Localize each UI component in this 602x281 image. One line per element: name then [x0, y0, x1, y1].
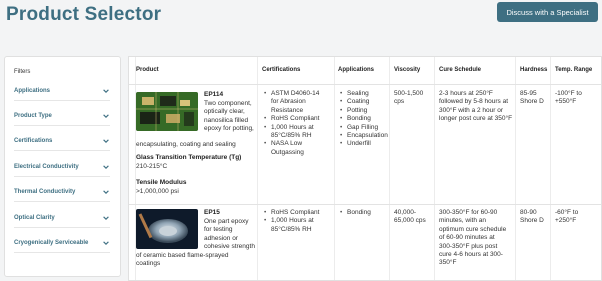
viscosity-value: 500-1,500 cps [394, 90, 424, 106]
filter-cryogenically-serviceable[interactable]: Cryogenically Serviceable [14, 233, 110, 253]
chevron-down-icon [103, 189, 109, 194]
certification-item: 1,000 Hours at85°C/85% RH [263, 217, 319, 234]
filter-label: Cryogenically Serviceable [14, 239, 89, 246]
chevron-down-icon [103, 240, 109, 245]
chevron-down-icon [103, 215, 109, 220]
certification-item: 1,000 Hours at85°C/85% RH [263, 124, 319, 141]
application-item: Encapsulation [339, 132, 388, 141]
header-hardness[interactable]: Hardness [520, 67, 547, 73]
column-divider [550, 57, 551, 280]
filter-label: Applications [14, 87, 51, 94]
chevron-down-icon [103, 88, 109, 93]
filter-label: Optical Clarity [14, 214, 55, 221]
header-temp-range[interactable]: Temp. Range [555, 67, 592, 73]
temp-range-value: -60°F to +250°F [555, 209, 579, 225]
product-table: Product Certifications Applications Visc… [128, 56, 602, 281]
cure-schedule-value: 2-3 hours at 250°F followed by 5-8 hours… [439, 90, 513, 123]
header-divider [129, 84, 601, 85]
application-item: Bonding [339, 209, 371, 218]
column-divider [257, 57, 258, 280]
tensile-value: >1,000,000 psi [136, 188, 179, 195]
certification-item: NASA LowOutgassing [263, 140, 319, 157]
application-item: Coating [339, 98, 388, 107]
filters-panel: Filters Applications Product Type Certif… [4, 56, 121, 277]
column-divider [334, 57, 335, 280]
application-item: Gap Filling [339, 124, 388, 133]
certifications-list: RoHS Compliant 1,000 Hours at85°C/85% RH [263, 209, 319, 234]
header-cure-schedule[interactable]: Cure Schedule [439, 67, 481, 73]
column-divider [515, 57, 516, 280]
discuss-specialist-button[interactable]: Discuss with a Specialist [497, 2, 598, 22]
product-description-long: encapsulating, coating and sealing [136, 141, 236, 148]
chevron-down-icon [103, 113, 109, 118]
temp-range-value: -100°F to +550°F [555, 90, 582, 106]
application-item: Sealing [339, 90, 388, 99]
filter-applications[interactable]: Applications [14, 81, 110, 101]
product-image-ep15[interactable] [136, 209, 198, 249]
applications-list: Sealing Coating Potting Bonding Gap Fill… [339, 90, 388, 149]
application-item: Bonding [339, 115, 388, 124]
product-name-ep114[interactable]: EP114 [204, 91, 223, 98]
certification-item: RoHS Compliant [263, 209, 319, 218]
header-applications[interactable]: Applications [338, 67, 374, 73]
chevron-down-icon [103, 138, 109, 143]
hardness-value: 85-95 Shore D [520, 90, 544, 106]
applications-list: Bonding [339, 209, 371, 218]
page-title: Product Selector [6, 4, 162, 25]
tg-label: Glass Transition Temperature (Tg) [136, 154, 242, 161]
chevron-down-icon [103, 164, 109, 169]
product-name-ep15[interactable]: EP15 [204, 209, 220, 216]
filter-optical-clarity[interactable]: Optical Clarity [14, 208, 110, 228]
filters-title: Filters [14, 69, 31, 75]
column-divider [389, 57, 390, 280]
product-description-short: One part epoxy for testing adhesion or c… [204, 218, 255, 251]
filter-label: Electrical Conductivity [14, 163, 79, 170]
filter-certifications[interactable]: Certifications [14, 131, 110, 151]
product-description-long: of ceramic based flame-sprayed coatings [136, 252, 229, 268]
filter-thermal-conductivity[interactable]: Thermal Conductivity [14, 182, 110, 202]
filter-label: Product Type [14, 112, 52, 119]
hardness-value: 80-90 Shore D [520, 209, 544, 225]
certifications-list: ASTM D4060-14for AbrasionResistance RoHS… [263, 90, 319, 157]
header-product[interactable]: Product [136, 67, 159, 73]
header-viscosity[interactable]: Viscosity [394, 67, 420, 73]
header-certifications[interactable]: Certifications [262, 67, 300, 73]
tg-value: 210-215°C [136, 163, 168, 170]
cure-schedule-value: 300-350°F for 60-90 minutes, with an opt… [439, 209, 507, 267]
column-divider [434, 57, 435, 280]
filter-label: Thermal Conductivity [14, 188, 76, 195]
application-item: Potting [339, 107, 388, 116]
application-item: Underfill [339, 140, 388, 149]
row-divider [129, 204, 601, 205]
product-image-ep114[interactable] [136, 92, 198, 131]
product-description-short: Two component, optically clear, nanosili… [204, 100, 254, 133]
tensile-label: Tensile Modulus [136, 179, 187, 186]
certification-item: RoHS Compliant [263, 115, 319, 124]
filter-product-type[interactable]: Product Type [14, 106, 110, 126]
filter-label: Certifications [14, 137, 53, 144]
filter-electrical-conductivity[interactable]: Electrical Conductivity [14, 157, 110, 177]
viscosity-value: 40,000- 65,000 cps [394, 209, 426, 225]
certification-item: ASTM D4060-14for AbrasionResistance [263, 90, 319, 115]
